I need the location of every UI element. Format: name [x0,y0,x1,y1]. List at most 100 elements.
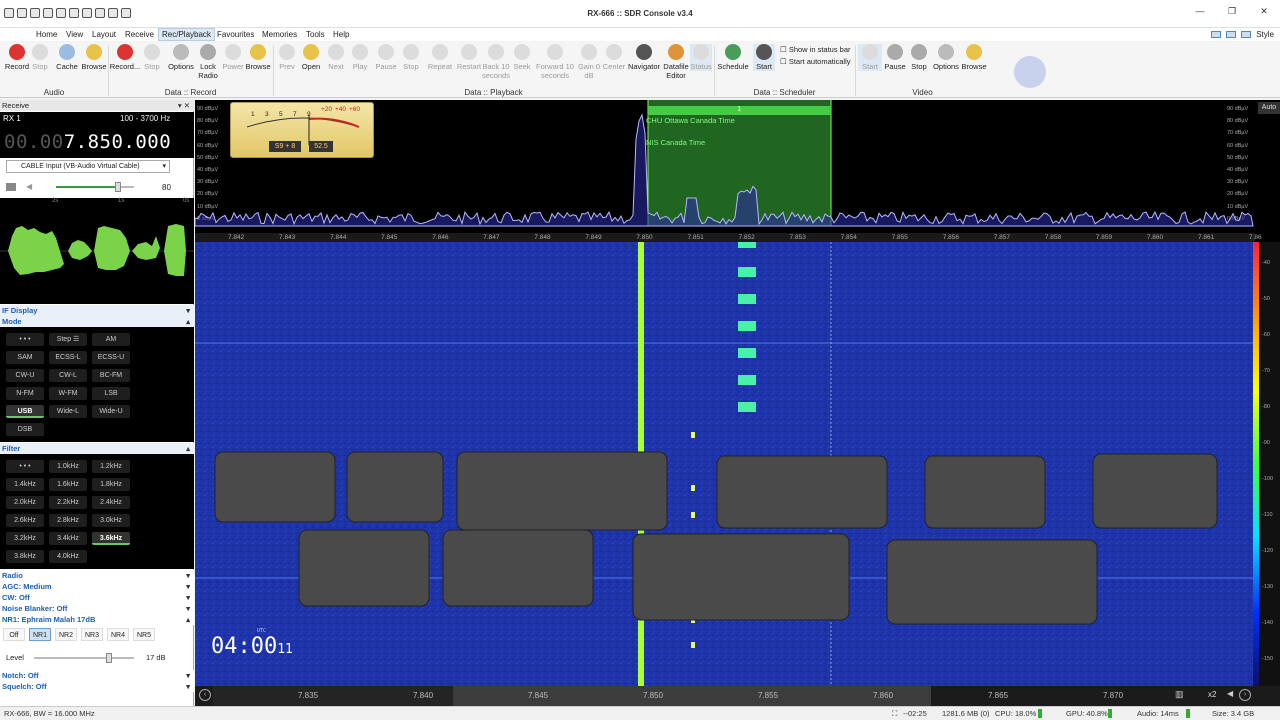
overview-axis[interactable]: ‹ 7.835 7.840 7.845 7.850 7.855 7.860 7.865 7.8… [195,686,1280,706]
center-button[interactable]: Center [601,44,627,71]
chevron-left-icon[interactable]: ◀ [1227,689,1233,698]
mode-button[interactable]: CW-U [6,369,44,382]
mode-button[interactable]: BC-FM [92,369,130,382]
back-10-button[interactable]: Back 10 seconds [482,44,510,80]
seek-button[interactable]: Seek [512,44,532,71]
filter-button[interactable]: 2.4kHz [92,496,130,509]
mode-button[interactable]: N-FM [6,387,44,400]
input-source-select[interactable]: CABLE Input (VB-Audio Virtual Cable) ▾ [6,160,170,173]
video-browse-button[interactable]: Browse [960,44,988,71]
nr-setting[interactable]: NR1: Ephraim Malah 17dB ▴ [0,614,194,625]
restart-button[interactable]: Restart [456,44,482,71]
menu-tools[interactable]: Tools [306,30,325,39]
close-icon[interactable]: ✕ [1248,0,1280,22]
volume-slider[interactable] [56,182,134,192]
filter-button[interactable]: 3.6kHz [92,532,130,545]
filter-button[interactable]: 1.8kHz [92,478,130,491]
mode-button[interactable]: ECSS-U [92,351,130,364]
squelch-setting[interactable]: Squelch: Off ▾ [0,681,194,692]
schedule-button[interactable]: Schedule [716,44,750,71]
mode-button[interactable]: Wide-L [49,405,87,418]
spectrum-settings-icon[interactable]: ▥ [1175,689,1184,700]
browse-button[interactable]: Browse [80,44,108,71]
frequency-display[interactable]: 00.007.850.000 [4,131,171,153]
filter-button[interactable]: 1.6kHz [49,478,87,491]
browse-data-button[interactable]: Browse [245,44,271,71]
agc-setting[interactable]: AGC: Medium ▾ [0,581,194,592]
spectrum-display[interactable]: 90 dBµV 80 dBµV 70 dBµV 60 dBµV 50 dBµV 40 dB… [195,100,1280,233]
nr1-button[interactable]: NR1 [29,628,51,641]
mode-button[interactable]: AM [92,333,130,346]
filter-button[interactable]: 3.8kHz [6,550,44,563]
prev-button[interactable]: Prev [277,44,297,71]
if-display-header[interactable]: IF Display ▾ [0,305,194,316]
mode-button[interactable]: USB [6,405,44,418]
zoom-level[interactable]: x2 [1208,690,1216,699]
filter-button[interactable]: 4.0kHz [49,550,87,563]
next-button[interactable]: Next [325,44,347,71]
video-pause-button[interactable]: Pause [884,44,906,71]
notch-setting[interactable]: Notch: Off ▾ [0,670,194,681]
filter-button[interactable]: 2.6kHz [6,514,44,527]
nr-level-thumb[interactable] [106,653,112,663]
stop-play-button[interactable]: Stop [401,44,421,71]
menu-home[interactable]: Home [36,30,57,39]
gain-button[interactable]: Gain 0 dB [577,44,601,80]
nr3-button[interactable]: NR3 [81,628,103,641]
nr5-button[interactable]: NR5 [133,628,155,641]
menu-receive[interactable]: Receive [125,30,154,39]
pause-button[interactable]: Pause [375,44,397,71]
filter-button[interactable]: 2.8kHz [49,514,87,527]
cw-setting[interactable]: CW: Off ▾ [0,592,194,603]
power-button[interactable]: Power [221,44,245,71]
chevron-left-icon[interactable]: ‹ [199,689,211,701]
menu-help[interactable]: Help [333,30,349,39]
noise-blanker-setting[interactable]: Noise Blanker: Off ▾ [0,603,194,614]
style-selector[interactable]: Style [1211,30,1274,39]
show-in-status-bar-checkbox[interactable]: ☐ Show in status bar [780,44,851,56]
menu-rec-playback[interactable]: Rec/Playback [158,28,215,41]
mode-button[interactable]: Step ☰ [49,333,87,346]
mode-header[interactable]: Mode ▴ [0,316,194,327]
nr2-button[interactable]: NR2 [55,628,77,641]
layout-icon[interactable] [1241,31,1252,38]
menu-view[interactable]: View [66,30,83,39]
nr-level-slider[interactable] [34,653,134,663]
filter-button[interactable]: 3.4kHz [49,532,87,545]
speaker-icon[interactable]: ◀ [26,182,32,191]
menu-layout[interactable]: Layout [92,30,116,39]
nr4-button[interactable]: NR4 [107,628,129,641]
record-button[interactable]: Record [3,44,31,71]
waterfall[interactable]: UTC 04:0011 [195,242,1253,686]
cache-button[interactable]: Cache [55,44,79,71]
forward-10-button[interactable]: Forward 10 seconds [534,44,576,80]
mode-button[interactable]: DSB [6,423,44,436]
volume-thumb[interactable] [115,182,122,192]
video-options-button[interactable]: Options [932,44,960,71]
layout-icon[interactable] [1211,31,1222,38]
play-button[interactable]: Play [350,44,370,71]
filter-button[interactable]: 2.0kHz [6,496,44,509]
overview-visible-window[interactable] [453,686,931,706]
mode-button[interactable]: W-FM [49,387,87,400]
mode-button[interactable]: • • • [6,333,44,346]
video-start-button[interactable]: Start [858,44,882,71]
stop-data-button[interactable]: Stop [142,44,162,71]
filter-header[interactable]: Filter ▴ [0,443,194,454]
close-icon[interactable]: ▾ ✕ [178,100,190,111]
repeat-button[interactable]: Repeat [427,44,453,71]
mode-button[interactable]: ECSS-L [49,351,87,364]
minimize-icon[interactable]: — [1184,0,1216,22]
filter-button[interactable]: 1.0kHz [49,460,87,473]
menu-favourites[interactable]: Favourites [217,30,254,39]
maximize-icon[interactable]: ❐ [1216,0,1248,22]
menu-memories[interactable]: Memories [262,30,297,39]
lock-radio-button[interactable]: Lock Radio [197,44,219,80]
filter-button[interactable]: 3.2kHz [6,532,44,545]
layout-icon[interactable] [1226,31,1237,38]
navigator-button[interactable]: Navigator [627,44,661,71]
video-stop-button[interactable]: Stop [908,44,930,71]
chevron-right-icon[interactable]: › [1239,689,1251,701]
datafile-editor-button[interactable]: Datafile Editor [662,44,690,80]
auto-button[interactable]: Auto [1258,102,1280,114]
